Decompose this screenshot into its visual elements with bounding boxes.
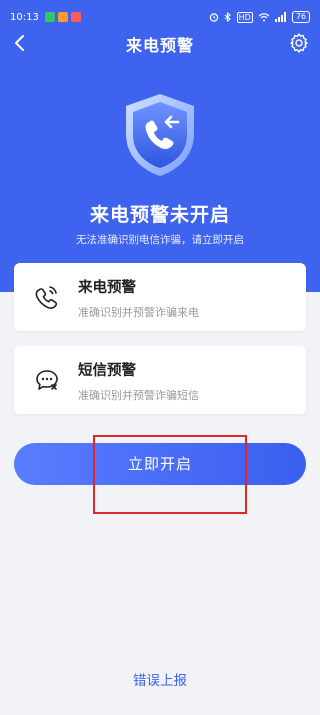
report-error-link[interactable]: 错误上报 [0, 669, 320, 689]
app-notification-icon [70, 12, 81, 22]
card-title: 来电预警 [78, 280, 136, 296]
wifi-icon [258, 13, 270, 22]
phone-alert-icon [35, 286, 58, 309]
shield-phone-icon [126, 94, 194, 176]
signal-icon [274, 12, 286, 22]
chevron-left-icon [15, 35, 24, 51]
bluetooth-icon [224, 12, 231, 22]
status-subline: 无法准确识别电信诈骗，请立即开启 [76, 234, 244, 246]
sms-alert-card[interactable]: 短信预警 准确识别并预警诈骗短信 [14, 346, 306, 414]
app-notification-icon [57, 12, 68, 22]
back-button[interactable] [10, 32, 32, 54]
alarm-icon [209, 13, 218, 22]
settings-button[interactable] [288, 32, 310, 54]
status-icons: HD 76 [209, 11, 310, 23]
call-alert-card[interactable]: 来电预警 准确识别并预警诈骗来电 [14, 263, 306, 331]
status-time: 10:13 [10, 11, 39, 23]
enable-now-button[interactable]: 立即开启 [14, 443, 306, 485]
app-notification-icon [44, 12, 55, 22]
battery-indicator: 76 [291, 11, 310, 23]
status-headline: 来电预警未开启 [89, 204, 230, 226]
gear-icon [290, 33, 308, 53]
card-description: 准确识别并预警诈骗来电 [78, 306, 199, 319]
card-description: 准确识别并预警诈骗短信 [78, 389, 199, 402]
nav-bar: 来电预警 [0, 26, 320, 62]
network-badge: HD [236, 11, 253, 23]
card-title: 短信预警 [78, 363, 136, 379]
page-title: 来电预警 [125, 36, 194, 55]
message-alert-icon [36, 370, 58, 390]
